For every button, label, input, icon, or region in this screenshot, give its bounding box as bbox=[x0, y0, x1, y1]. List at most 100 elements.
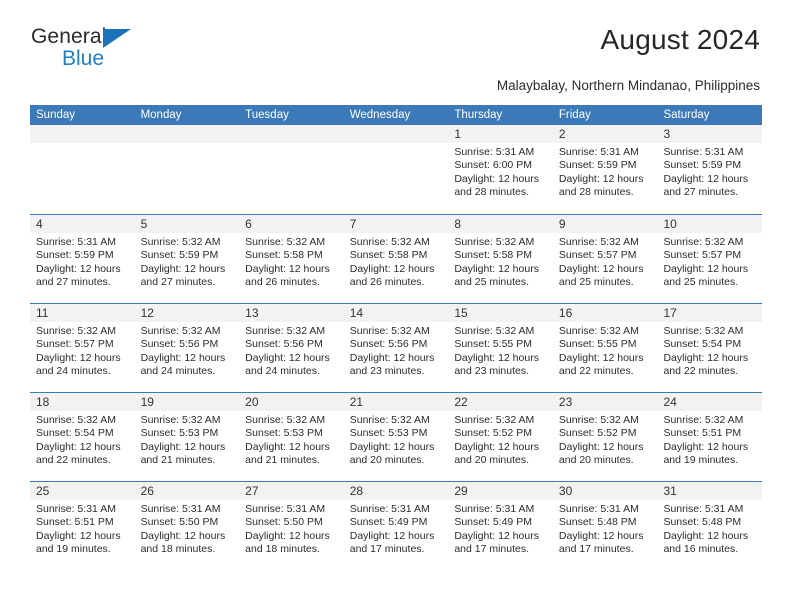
daylight-text-line2: and 20 minutes. bbox=[454, 453, 530, 466]
day-details: Sunrise: 5:32 AM Sunset: 5:51 PM Daylight:… bbox=[657, 411, 762, 481]
day-number: 15 bbox=[448, 304, 553, 322]
daylight-text-line2: and 23 minutes. bbox=[454, 364, 530, 377]
calendar-day-cell-empty bbox=[239, 125, 344, 214]
day-number: 28 bbox=[343, 482, 449, 500]
day-number: 3 bbox=[657, 125, 763, 143]
calendar-day-cell[interactable]: 4 Sunrise: 5:31 AM Sunset: 5:59 PM Daylight… bbox=[30, 215, 135, 303]
calendar-day-cell[interactable]: 2 Sunrise: 5:31 AM Sunset: 5:59 PM Daylight… bbox=[552, 125, 658, 214]
sunrise-text: Sunrise: 5:32 AM bbox=[245, 414, 326, 426]
logo-triangle-icon bbox=[103, 29, 131, 48]
day-number: 6 bbox=[239, 215, 344, 233]
day-details: Sunrise: 5:32 AM Sunset: 5:54 PM Daylight:… bbox=[657, 322, 762, 392]
calendar-week-row: 11 Sunrise: 5:32 AM Sunset: 5:57 PM Dayligh… bbox=[30, 303, 763, 392]
daylight-text-line1: Daylight: 12 hours bbox=[140, 262, 226, 275]
calendar-day-cell[interactable]: 17 Sunrise: 5:32 AM Sunset: 5:54 PM Dayligh… bbox=[657, 304, 763, 392]
day-details: Sunrise: 5:32 AM Sunset: 5:56 PM Daylight:… bbox=[135, 322, 240, 392]
sunrise-text: Sunrise: 5:32 AM bbox=[349, 414, 430, 426]
daylight-text-line2: and 21 minutes. bbox=[140, 453, 216, 466]
day-number: 25 bbox=[30, 482, 135, 500]
calendar-day-cell[interactable]: 31 Sunrise: 5:31 AM Sunset: 5:48 PM Dayligh… bbox=[657, 482, 763, 570]
calendar-day-cell[interactable]: 16 Sunrise: 5:32 AM Sunset: 5:55 PM Dayligh… bbox=[552, 304, 658, 392]
sunrise-text: Sunrise: 5:31 AM bbox=[349, 503, 430, 515]
calendar-day-cell[interactable]: 26 Sunrise: 5:31 AM Sunset: 5:50 PM Dayligh… bbox=[134, 482, 240, 570]
calendar-day-cell[interactable]: 14 Sunrise: 5:32 AM Sunset: 5:56 PM Dayligh… bbox=[343, 304, 449, 392]
sunrise-text: Sunrise: 5:32 AM bbox=[245, 325, 326, 337]
sunrise-text: Sunrise: 5:31 AM bbox=[558, 503, 639, 515]
calendar-day-cell[interactable]: 12 Sunrise: 5:32 AM Sunset: 5:56 PM Dayligh… bbox=[134, 304, 240, 392]
calendar-day-cell[interactable]: 15 Sunrise: 5:32 AM Sunset: 5:55 PM Dayligh… bbox=[448, 304, 553, 392]
daylight-text-line1: Daylight: 12 hours bbox=[245, 262, 330, 275]
sunset-text: Sunset: 5:52 PM bbox=[454, 427, 532, 440]
calendar-day-cell[interactable]: 21 Sunrise: 5:32 AM Sunset: 5:53 PM Dayligh… bbox=[343, 393, 449, 481]
daylight-text-line1: Daylight: 12 hours bbox=[454, 529, 539, 542]
daylight-text-line2: and 16 minutes. bbox=[663, 542, 739, 555]
calendar-day-cell[interactable]: 20 Sunrise: 5:32 AM Sunset: 5:53 PM Dayligh… bbox=[239, 393, 344, 481]
sunset-text: Sunset: 5:48 PM bbox=[663, 516, 742, 529]
sunrise-text: Sunrise: 5:31 AM bbox=[454, 146, 535, 158]
day-number: 26 bbox=[134, 482, 240, 500]
calendar-day-cell[interactable]: 6 Sunrise: 5:32 AM Sunset: 5:58 PM Daylight… bbox=[239, 215, 344, 303]
daylight-text-line2: and 20 minutes. bbox=[349, 453, 425, 466]
daylight-text-line1: Daylight: 12 hours bbox=[663, 440, 749, 453]
day-details: Sunrise: 5:31 AM Sunset: 6:00 PM Daylight:… bbox=[448, 143, 553, 214]
calendar-day-cell[interactable]: 5 Sunrise: 5:32 AM Sunset: 5:59 PM Daylight… bbox=[134, 215, 240, 303]
sunrise-text: Sunrise: 5:31 AM bbox=[245, 503, 326, 515]
day-details: Sunrise: 5:32 AM Sunset: 5:56 PM Daylight:… bbox=[344, 322, 449, 392]
sunset-text: Sunset: 5:48 PM bbox=[558, 516, 637, 529]
daylight-text-line2: and 22 minutes. bbox=[663, 364, 739, 377]
calendar-day-cell[interactable]: 8 Sunrise: 5:32 AM Sunset: 5:58 PM Daylight… bbox=[448, 215, 553, 303]
daylight-text-line1: Daylight: 12 hours bbox=[245, 351, 330, 364]
calendar-day-cell[interactable]: 28 Sunrise: 5:31 AM Sunset: 5:49 PM Dayligh… bbox=[343, 482, 449, 570]
sunset-text: Sunset: 5:57 PM bbox=[558, 249, 637, 262]
day-details: Sunrise: 5:31 AM Sunset: 5:51 PM Daylight:… bbox=[30, 500, 135, 570]
sunrise-text: Sunrise: 5:32 AM bbox=[36, 325, 116, 337]
calendar-day-cell[interactable]: 25 Sunrise: 5:31 AM Sunset: 5:51 PM Dayligh… bbox=[30, 482, 135, 570]
calendar-day-cell[interactable]: 10 Sunrise: 5:32 AM Sunset: 5:57 PM Dayligh… bbox=[657, 215, 763, 303]
calendar-day-cell[interactable]: 27 Sunrise: 5:31 AM Sunset: 5:50 PM Dayligh… bbox=[239, 482, 344, 570]
sunrise-text: Sunrise: 5:32 AM bbox=[558, 236, 639, 248]
daylight-text-line1: Daylight: 12 hours bbox=[663, 529, 749, 542]
daylight-text-line1: Daylight: 12 hours bbox=[558, 529, 644, 542]
calendar-day-cell[interactable]: 7 Sunrise: 5:32 AM Sunset: 5:58 PM Daylight… bbox=[343, 215, 449, 303]
daylight-text-line2: and 24 minutes. bbox=[36, 364, 111, 377]
daylight-text-line1: Daylight: 12 hours bbox=[36, 529, 121, 542]
calendar-day-cell-empty bbox=[343, 125, 449, 214]
day-number bbox=[30, 125, 135, 143]
day-number: 7 bbox=[343, 215, 449, 233]
calendar-day-cell[interactable]: 29 Sunrise: 5:31 AM Sunset: 5:49 PM Dayligh… bbox=[448, 482, 553, 570]
calendar-weeks: 1 Sunrise: 5:31 AM Sunset: 6:00 PM Daylight… bbox=[30, 125, 763, 570]
generalblue-logo[interactable]: General Blue bbox=[31, 26, 231, 74]
daylight-text-line2: and 25 minutes. bbox=[454, 275, 530, 288]
day-number: 31 bbox=[657, 482, 763, 500]
daylight-text-line2: and 20 minutes. bbox=[558, 453, 634, 466]
day-details: Sunrise: 5:32 AM Sunset: 5:53 PM Daylight:… bbox=[239, 411, 344, 481]
sunset-text: Sunset: 5:50 PM bbox=[140, 516, 219, 529]
calendar-day-cell[interactable]: 1 Sunrise: 5:31 AM Sunset: 6:00 PM Daylight… bbox=[448, 125, 553, 214]
daylight-text-line2: and 17 minutes. bbox=[558, 542, 634, 555]
calendar-day-cell[interactable]: 11 Sunrise: 5:32 AM Sunset: 5:57 PM Dayligh… bbox=[30, 304, 135, 392]
sunrise-text: Sunrise: 5:31 AM bbox=[36, 503, 116, 515]
sunrise-text: Sunrise: 5:31 AM bbox=[140, 503, 221, 515]
day-number: 21 bbox=[343, 393, 449, 411]
day-details: Sunrise: 5:32 AM Sunset: 5:56 PM Daylight:… bbox=[239, 322, 344, 392]
sunrise-text: Sunrise: 5:32 AM bbox=[558, 414, 639, 426]
calendar-day-cell[interactable]: 24 Sunrise: 5:32 AM Sunset: 5:51 PM Dayligh… bbox=[657, 393, 763, 481]
daylight-text-line1: Daylight: 12 hours bbox=[454, 351, 539, 364]
weekday-header-saturday: Saturday bbox=[663, 109, 710, 121]
day-details: Sunrise: 5:32 AM Sunset: 5:52 PM Daylight:… bbox=[553, 411, 658, 481]
calendar-day-cell[interactable]: 19 Sunrise: 5:32 AM Sunset: 5:53 PM Dayligh… bbox=[134, 393, 240, 481]
sunrise-text: Sunrise: 5:32 AM bbox=[36, 414, 116, 426]
sunrise-text: Sunrise: 5:32 AM bbox=[454, 414, 535, 426]
daylight-text-line1: Daylight: 12 hours bbox=[454, 262, 539, 275]
calendar-day-cell-empty bbox=[134, 125, 240, 214]
calendar-day-cell[interactable]: 22 Sunrise: 5:32 AM Sunset: 5:52 PM Dayligh… bbox=[448, 393, 553, 481]
day-number: 20 bbox=[239, 393, 344, 411]
calendar-day-cell[interactable]: 30 Sunrise: 5:31 AM Sunset: 5:48 PM Dayligh… bbox=[552, 482, 658, 570]
calendar-day-cell[interactable]: 23 Sunrise: 5:32 AM Sunset: 5:52 PM Dayligh… bbox=[552, 393, 658, 481]
daylight-text-line2: and 25 minutes. bbox=[663, 275, 739, 288]
calendar-day-cell[interactable]: 9 Sunrise: 5:32 AM Sunset: 5:57 PM Daylight… bbox=[552, 215, 658, 303]
calendar-day-cell[interactable]: 3 Sunrise: 5:31 AM Sunset: 5:59 PM Daylight… bbox=[657, 125, 763, 214]
calendar-day-cell[interactable]: 18 Sunrise: 5:32 AM Sunset: 5:54 PM Dayligh… bbox=[30, 393, 135, 481]
page-header: General Blue August 2024 Malaybalay, Nor… bbox=[30, 0, 762, 93]
calendar-day-cell[interactable]: 13 Sunrise: 5:32 AM Sunset: 5:56 PM Dayligh… bbox=[239, 304, 344, 392]
